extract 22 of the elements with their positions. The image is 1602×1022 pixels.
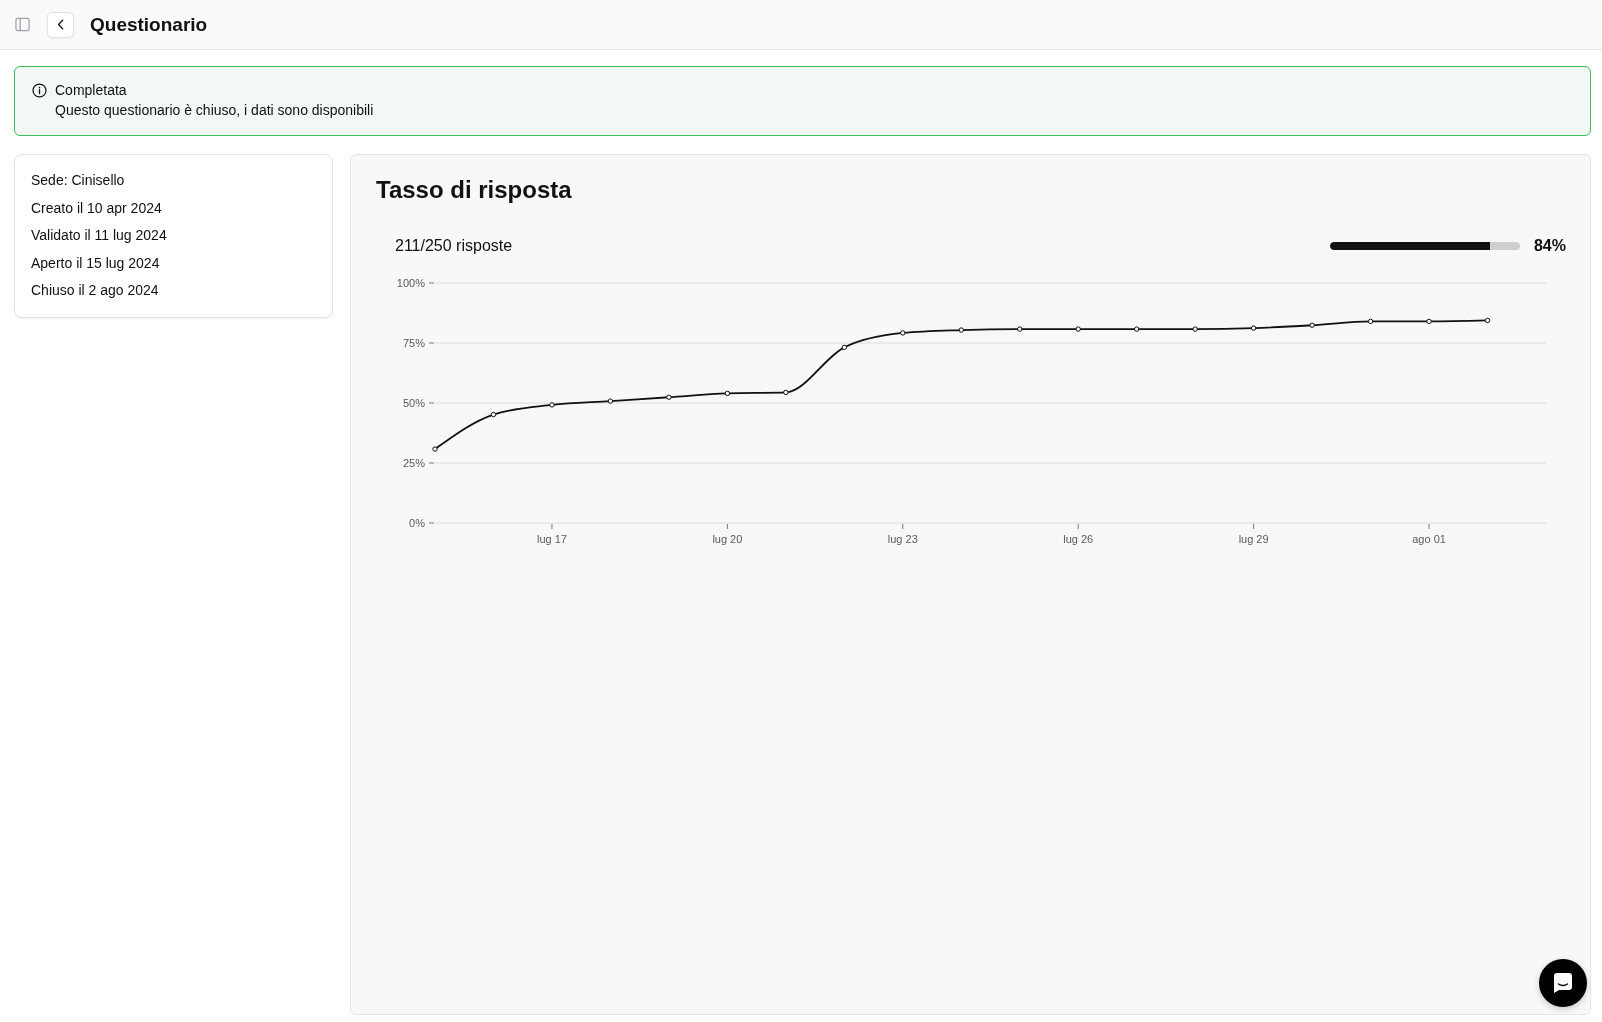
- x-axis-label: lug 23: [887, 533, 918, 545]
- alert-title: Completata: [55, 81, 128, 100]
- alert-message: Questo questionario è chiuso, i dati sono disponibili: [55, 101, 374, 120]
- x-axis-label: lug 17: [536, 533, 567, 545]
- response-count: 211/250 risposte: [395, 236, 513, 256]
- x-axis-label: ago 01: [1412, 533, 1446, 545]
- x-axis-label: lug 26: [1063, 533, 1094, 545]
- detail-text: Sede: Cinisello: [31, 171, 126, 190]
- y-axis-label: 25%: [402, 457, 425, 469]
- y-axis-label: 75%: [402, 337, 425, 349]
- x-axis-label: lug 20: [712, 533, 743, 545]
- progress-percent: 84%: [1533, 236, 1566, 256]
- y-axis-label: 0%: [409, 517, 425, 529]
- x-axis-label: lug 29: [1238, 533, 1269, 545]
- page-title: Questionario: [90, 12, 208, 37]
- detail-text: Validato il 11 lug 2024: [31, 226, 168, 245]
- detail-text: Chiuso il 2 ago 2024: [31, 281, 160, 300]
- y-axis-label: 50%: [402, 397, 425, 409]
- y-axis-label: 100%: [396, 277, 425, 289]
- section-title: Tasso di risposta: [376, 175, 573, 205]
- detail-text: Aperto il 15 lug 2024: [31, 253, 161, 273]
- detail-text: Creato il 10 apr 2024: [31, 198, 163, 218]
